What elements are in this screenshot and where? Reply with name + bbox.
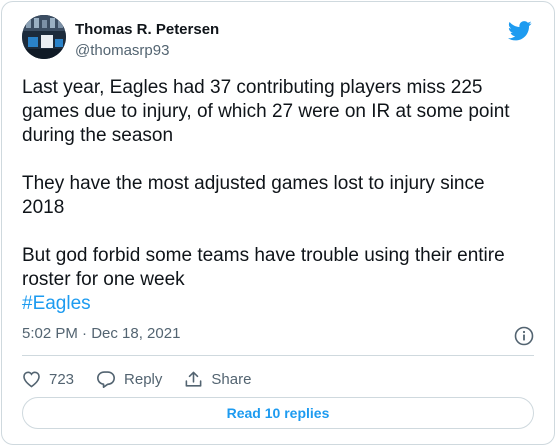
tweet-paragraph: But god forbid some teams have trouble u… [22,245,505,290]
divider [22,355,534,356]
tweet-timestamp[interactable]: 5:02 PM · Dec 18, 2021 [22,325,180,343]
share-label: Share [211,370,252,388]
tweet-text: Last year, Eagles had 37 contributing pl… [22,76,532,316]
like-button[interactable]: 723 [22,370,74,388]
like-count: 723 [49,370,75,388]
read-replies-button[interactable]: Read 10 replies [22,397,534,429]
author-name[interactable]: Thomas R. Petersen [75,21,219,39]
tweet-paragraph: They have the most adjusted games lost t… [22,173,485,218]
action-bar: 723 Reply Share [22,369,273,389]
tweet-card: Thomas R. Petersen @thomasrp93 Last year… [1,1,555,445]
twitter-bird-icon[interactable] [507,21,532,41]
avatar[interactable] [22,15,66,59]
reply-button[interactable]: Reply [96,370,162,388]
share-button[interactable]: Share [184,370,251,389]
reply-icon [97,371,116,388]
tweet-paragraph: Last year, Eagles had 37 contributing pl… [22,77,510,146]
reply-label: Reply [124,370,163,388]
heart-icon [23,371,40,388]
author-handle[interactable]: @thomasrp93 [75,42,169,60]
info-icon[interactable] [514,326,534,346]
hashtag-link[interactable]: #Eagles [22,292,532,316]
share-icon [185,371,202,387]
